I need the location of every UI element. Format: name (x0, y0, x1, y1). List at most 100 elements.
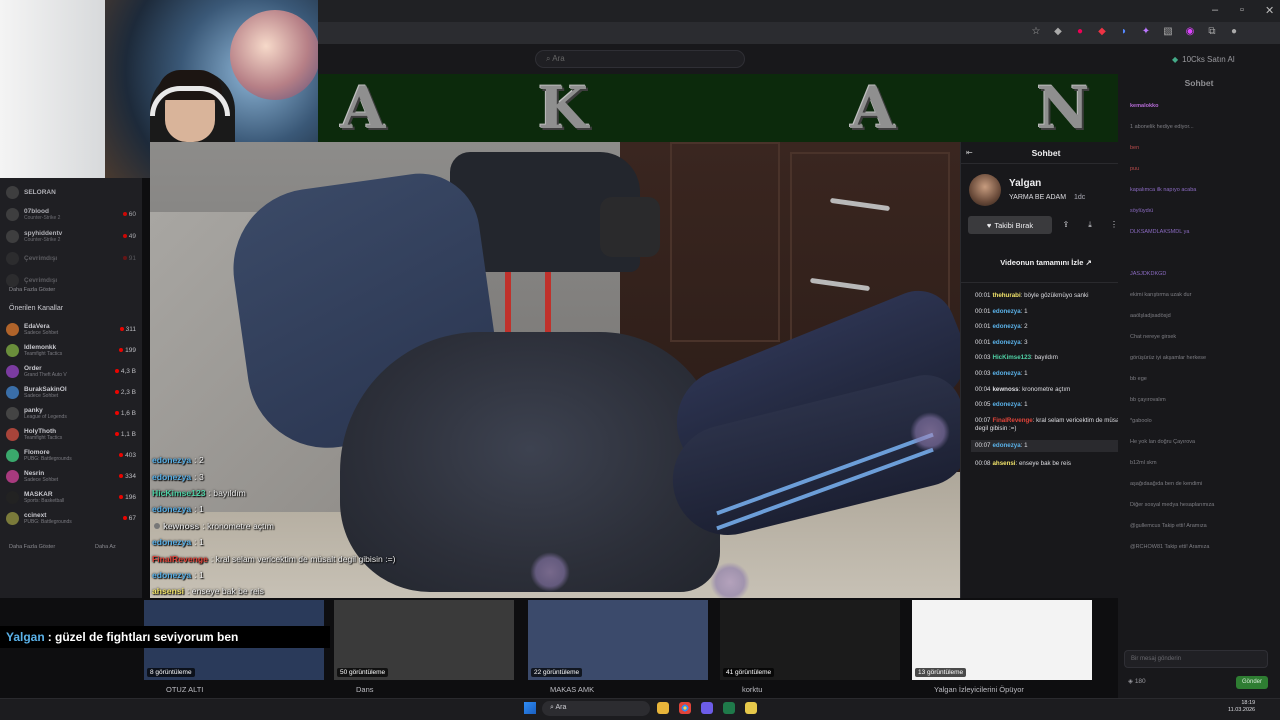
vod-chat-message[interactable]: 00:08 ahsensi: enseye bak be reis (975, 460, 1125, 468)
bookmark-star-icon[interactable]: ☆ (1030, 26, 1042, 38)
profile-icon[interactable]: ● (1228, 26, 1240, 38)
search-input[interactable]: ⌕ Ara (535, 50, 745, 68)
recommended-channel[interactable]: BurakSakinOl Sadece Sohbet 2,3 B (6, 381, 136, 403)
recommended-channel[interactable]: ccinext PUBG: Battlegrounds 67 (6, 507, 136, 529)
chat-username[interactable]: edonezya (992, 442, 1020, 449)
recommended-channel[interactable]: EdaVera Sadece Sohbet 311 (6, 318, 136, 340)
chat-username[interactable]: edonezya (992, 308, 1020, 315)
vod-chat-message[interactable]: 00:01 edonezya: 2 (975, 323, 1125, 331)
extension-icon[interactable]: ◆ (1096, 26, 1108, 38)
message-timestamp[interactable]: 00:01 (975, 308, 990, 315)
clip-title[interactable]: OTUZ ALTI (166, 685, 203, 694)
clip-title[interactable]: Dans (356, 685, 374, 694)
twitch-top-nav (318, 44, 1280, 74)
vod-chat-message[interactable]: 00:03 HicKimse123: bayıldım (975, 354, 1125, 362)
app-icon[interactable] (745, 702, 757, 714)
share-icon[interactable]: ⇪ (1059, 218, 1073, 232)
vod-chat-message[interactable]: 00:05 edonezya: 1 (975, 401, 1125, 409)
sidebar-channel[interactable]: spyhiddentv Counter-Strike 2 49 (6, 225, 136, 247)
clip-title[interactable]: korktu (742, 685, 762, 694)
sidebar-channel[interactable]: 07blood Counter-Strike 2 60 (6, 203, 136, 225)
vod-chat-message[interactable]: 00:04 kewnoss: kronometre açtım (975, 386, 1125, 394)
chat-input[interactable]: Bir mesaj gönderin (1124, 650, 1268, 668)
sidebar-channel[interactable]: SELORAN (6, 181, 136, 203)
recommended-channel[interactable]: Nesrin Sadece Sohbet 334 (6, 465, 136, 487)
clip-title[interactable]: Yalgan İzleyicilerini Öpüyor (934, 685, 1024, 694)
show-more-link[interactable]: Daha Fazla Göster (9, 287, 55, 293)
chat-username[interactable]: HicKimse123 (992, 354, 1031, 361)
vod-chat-message[interactable]: 00:01 edonezya: 3 (975, 339, 1125, 347)
maximize-button[interactable]: ▫ (1240, 4, 1244, 16)
channel-points[interactable]: ◈ 180 (1128, 677, 1146, 685)
chat-username[interactable]: thehurabi (992, 292, 1020, 299)
unfollow-button[interactable]: ♥ Takibi Bırak (968, 216, 1052, 234)
watch-full-video-link[interactable]: Videonun tamamını İzle ↗ (967, 254, 1125, 272)
message-timestamp[interactable]: 00:03 (975, 354, 990, 361)
sidebar-channel[interactable]: Çevrimdışı 91 (6, 247, 136, 269)
clip-card[interactable]: 41 görüntüleme (720, 600, 900, 680)
extension-icon[interactable]: ◗ (1118, 26, 1130, 38)
extension-icon[interactable]: ● (1074, 26, 1086, 38)
chat-username[interactable]: edonezya (992, 401, 1020, 408)
message-timestamp[interactable]: 00:01 (975, 292, 990, 299)
vod-chat-message[interactable]: 00:01 thehurabi: böyle gözükmüyo sanki (975, 292, 1125, 300)
vod-chat-message[interactable]: 00:03 edonezya: 1 (975, 370, 1125, 378)
avatar[interactable] (969, 174, 1001, 206)
minimize-button[interactable]: – (1212, 4, 1218, 16)
recommended-channel[interactable]: MASKAR Sports: Basketball 196 (6, 486, 136, 508)
vod-chat-message[interactable]: 00:01 edonezya: 1 (975, 308, 1125, 316)
discord-icon[interactable] (701, 702, 713, 714)
taskbar-search[interactable]: ⌕ Ara (542, 701, 650, 716)
message-timestamp[interactable]: 00:07 (975, 442, 990, 449)
collapse-chat-icon[interactable]: ⇤ (966, 148, 973, 157)
chrome-icon[interactable] (679, 702, 691, 714)
start-button[interactable] (524, 702, 536, 714)
recommended-channel[interactable]: Idlemonkk Teamfight Tactics 199 (6, 339, 136, 361)
system-clock[interactable]: 18:19 11.03.2026 (1228, 700, 1255, 714)
recommended-channel[interactable]: Flomore PUBG: Battlegrounds 403 (6, 444, 136, 466)
download-icon[interactable]: ⤓ (1083, 218, 1097, 232)
message-timestamp[interactable]: 00:04 (975, 386, 990, 393)
vod-chat-message[interactable]: 00:07 edonezya: 1 (971, 440, 1125, 453)
recommended-channel[interactable]: HolyThoth Teamfight Tactics 1,1 B (6, 423, 136, 445)
message-timestamp[interactable]: 00:07 (975, 417, 990, 424)
message-timestamp[interactable]: 00:03 (975, 370, 990, 377)
viewer-count: 67 (122, 515, 136, 522)
send-button[interactable]: Gönder (1236, 676, 1268, 689)
chat-username[interactable]: edonezya (992, 339, 1020, 346)
streamer-name[interactable]: Yalgan (1009, 178, 1041, 189)
extension-icon[interactable]: ▧ (1162, 26, 1174, 38)
message-timestamp[interactable]: 00:01 (975, 339, 990, 346)
show-more-link[interactable]: Daha Fazla Göster (9, 544, 55, 550)
chat-username[interactable]: edonezya (992, 323, 1020, 330)
recommended-channel[interactable]: Order Grand Theft Auto V 4,3 B (6, 360, 136, 382)
chat-username[interactable]: FinalRevenge (992, 417, 1032, 424)
extension-icon[interactable]: ◆ (1052, 26, 1064, 38)
extension-icon[interactable]: ◉ (1184, 26, 1196, 38)
clip-card[interactable]: 22 görüntüleme (528, 600, 708, 680)
get-bits-button[interactable]: ◆ 10Cks Satın Al (1172, 51, 1242, 67)
recommended-channel[interactable]: panky League of Legends 1,6 B (6, 402, 136, 424)
puzzle-icon[interactable]: ⧉ (1206, 26, 1218, 38)
chat-username[interactable]: kewnoss (992, 386, 1018, 393)
channel-name: SELORAN (24, 188, 56, 196)
avatar (6, 385, 19, 399)
channel-banner: A K A N (318, 74, 1118, 142)
vod-chat-message[interactable]: 00:07 FinalRevenge: kral selam vericektim… (975, 417, 1125, 433)
close-window-button[interactable]: ✕ (1265, 4, 1274, 17)
message-timestamp[interactable]: 00:05 (975, 401, 990, 408)
chat-username[interactable]: edonezya (992, 370, 1020, 377)
clip-card[interactable]: 50 görüntüleme (334, 600, 514, 680)
live-dot-icon (122, 234, 127, 238)
clip-card[interactable]: 13 görüntüleme (912, 600, 1092, 680)
chat-message: Diğer sosyal medya hesaplarımıza (1130, 502, 1215, 508)
message-timestamp[interactable]: 00:08 (975, 460, 990, 467)
clip-title[interactable]: MAKAS AMK (550, 685, 594, 694)
chat-username: kewnoss (163, 520, 200, 531)
extension-icon[interactable]: ✦ (1140, 26, 1152, 38)
show-less-link[interactable]: Daha Az (95, 544, 116, 550)
message-timestamp[interactable]: 00:01 (975, 323, 990, 330)
app-icon[interactable] (723, 702, 735, 714)
file-explorer-icon[interactable] (657, 702, 669, 714)
chat-username[interactable]: ahsensi (992, 460, 1015, 467)
